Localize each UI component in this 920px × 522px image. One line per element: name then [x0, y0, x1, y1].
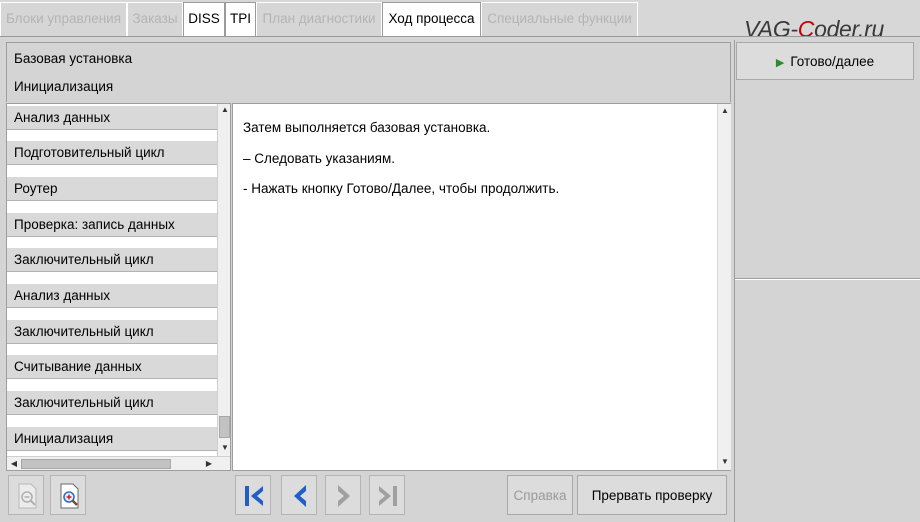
done-next-button[interactable]: ▶ Готово/далее [736, 42, 914, 80]
tab-orders[interactable]: Заказы [127, 2, 183, 36]
header-subtitle: Инициализация [14, 79, 114, 94]
tab-process[interactable]: Ход процесса [382, 2, 481, 36]
list-item[interactable]: Подготовительный цикл [7, 141, 217, 165]
instruction-line: - Нажать кнопку Готово/Далее, чтобы прод… [243, 181, 560, 196]
tab-divider [0, 36, 920, 37]
first-icon [245, 486, 263, 506]
step-list-vertical-scrollbar[interactable]: ▲ ▼ [217, 104, 230, 456]
instruction-line: – Следовать указаниям. [243, 151, 396, 166]
previous-icon [294, 485, 306, 507]
last-icon [379, 486, 397, 506]
tab-tpi[interactable]: TPI [225, 2, 256, 36]
instruction-panel: Затем выполняется базовая установка. – С… [232, 103, 731, 471]
list-item[interactable]: Роутер [7, 177, 217, 201]
list-item[interactable]: Проверка: запись данных [7, 213, 217, 237]
brand-part2: C [797, 16, 815, 42]
step-list-horizontal-scrollbar[interactable]: ◀ ▶ [7, 456, 230, 470]
last-step-button[interactable] [369, 475, 405, 515]
scroll-up-icon[interactable]: ▲ [719, 105, 731, 117]
scroll-down-icon[interactable]: ▼ [719, 456, 731, 468]
tab-diagnostic-plan[interactable]: План диагностики [256, 2, 382, 36]
scroll-up-icon[interactable]: ▲ [219, 104, 230, 116]
tab-diss[interactable]: DISS [183, 2, 225, 36]
brand-logo: VAG-Coder.ru [744, 16, 884, 43]
zoom-in-document-icon [60, 483, 79, 509]
step-list[interactable]: Анализ данных Подготовительный цикл Роут… [6, 103, 231, 471]
zoom-out-document-button[interactable] [8, 475, 44, 515]
tab-control-units[interactable]: Блоки управления [0, 2, 127, 36]
brand-part3: oder.ru [814, 16, 884, 42]
tab-bar: Блоки управления Заказы DISS TPI План ди… [0, 0, 920, 42]
right-panel: ▶ Готово/далее [734, 40, 920, 522]
list-item[interactable]: Анализ данных [7, 284, 217, 308]
scroll-left-icon[interactable]: ◀ [8, 458, 20, 470]
instruction-vertical-scrollbar[interactable]: ▲ ▼ [717, 104, 731, 470]
scroll-right-icon[interactable]: ▶ [203, 458, 215, 470]
bottom-toolbar: Справка Прервать проверку [0, 472, 734, 522]
instruction-line: Затем выполняется базовая установка. [243, 120, 491, 135]
panel-divider-highlight [735, 279, 920, 280]
scroll-thumb[interactable] [21, 459, 171, 469]
brand-part1: VAG- [744, 16, 798, 42]
procedure-header: Базовая установка Инициализация [6, 42, 731, 102]
first-step-button[interactable] [235, 475, 271, 515]
list-item[interactable]: Заключительный цикл [7, 248, 217, 272]
done-next-label: Готово/далее [790, 54, 875, 69]
list-item[interactable]: Заключительный цикл [7, 320, 217, 344]
scroll-down-icon[interactable]: ▼ [219, 442, 230, 454]
help-button[interactable]: Справка [507, 475, 573, 515]
play-icon: ▶ [775, 57, 785, 69]
list-item[interactable]: Считывание данных [7, 355, 217, 379]
zoom-out-document-icon [18, 483, 37, 509]
previous-step-button[interactable] [281, 475, 317, 515]
list-item[interactable]: Инициализация [7, 427, 217, 451]
abort-test-button[interactable]: Прервать проверку [577, 475, 727, 515]
list-item[interactable]: Анализ данных [7, 106, 217, 130]
tab-special-functions[interactable]: Специальные функции [481, 2, 638, 36]
list-item[interactable]: Заключительный цикл [7, 391, 217, 415]
next-step-button[interactable] [325, 475, 361, 515]
header-title: Базовая установка [14, 51, 133, 66]
scroll-thumb[interactable] [219, 416, 230, 438]
zoom-in-document-button[interactable] [50, 475, 86, 515]
next-icon [338, 485, 350, 507]
